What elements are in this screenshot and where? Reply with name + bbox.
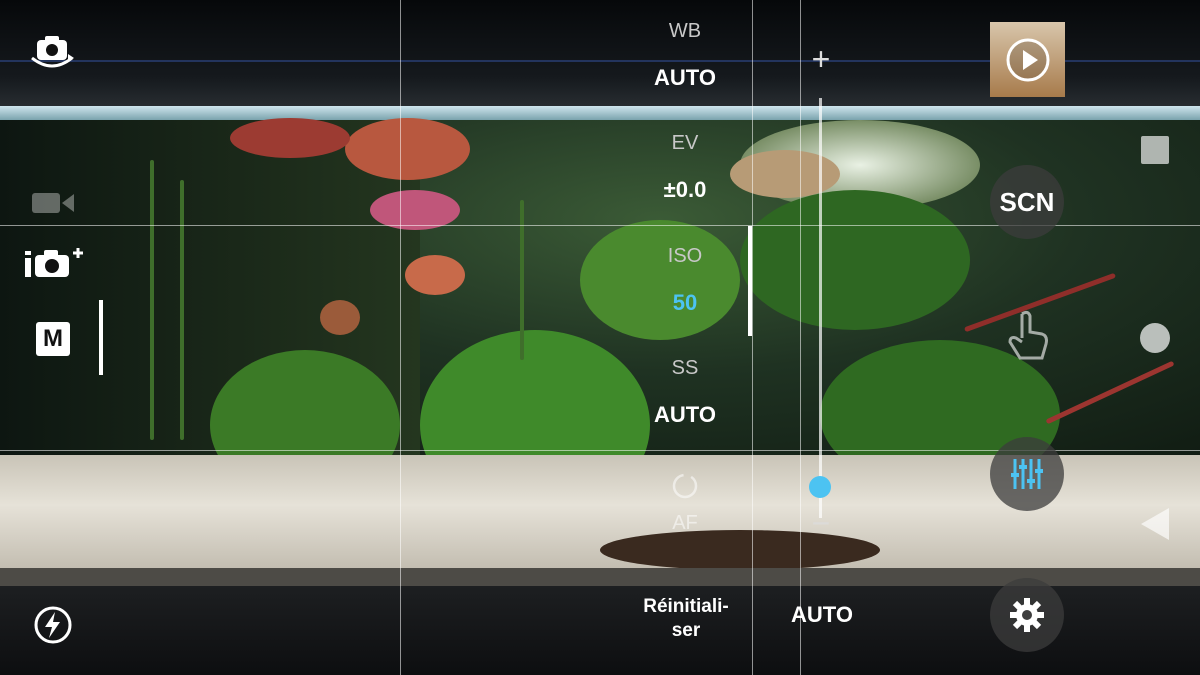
slider-plus-icon[interactable]: +	[805, 41, 837, 77]
switch-camera-icon[interactable]	[24, 30, 82, 74]
wb-value: AUTO	[654, 65, 716, 90]
gallery-thumbnail[interactable]	[990, 22, 1065, 97]
gear-icon	[1010, 598, 1044, 632]
scene-label: SCN	[999, 186, 1055, 217]
reset-button[interactable]: Réinitiali- ser	[630, 595, 742, 643]
settings-button[interactable]	[990, 578, 1064, 652]
af-control[interactable]: AF	[620, 470, 750, 535]
slider-minus-icon[interactable]: −	[805, 505, 837, 541]
ev-value: ±0.0	[663, 177, 707, 202]
focus-slider-thumb[interactable]	[809, 476, 831, 498]
focus-slider-track[interactable]	[819, 98, 822, 518]
scene-mode-button[interactable]: SCN	[990, 165, 1064, 239]
ev-label: EV	[671, 132, 699, 154]
mode-label: M	[43, 325, 63, 352]
play-icon	[1006, 38, 1049, 81]
af-label: AF	[672, 512, 698, 534]
ss-label: SS	[671, 357, 699, 379]
ss-control[interactable]: SS AUTO	[620, 357, 750, 428]
ss-value: AUTO	[654, 402, 716, 427]
ev-control[interactable]: EV ±0.0	[620, 132, 750, 203]
wb-control[interactable]: WB AUTO	[620, 20, 750, 91]
iso-label: ISO	[667, 245, 703, 267]
iso-control[interactable]: ISO 50	[620, 245, 750, 316]
camera-plus-icon[interactable]	[22, 244, 84, 282]
focus-mode-value[interactable]: AUTO	[782, 602, 862, 628]
back-nav-icon[interactable]	[1138, 506, 1172, 542]
iso-value: 50	[672, 290, 698, 315]
recents-nav-icon[interactable]	[1141, 136, 1169, 164]
adjustments-button[interactable]	[990, 437, 1064, 511]
flash-auto-icon[interactable]	[30, 602, 76, 648]
af-refresh-icon	[620, 470, 750, 502]
iso-selected-indicator	[748, 226, 752, 336]
home-nav-icon[interactable]	[1140, 323, 1170, 353]
sliders-icon	[1011, 459, 1043, 489]
video-camera-icon[interactable]	[28, 188, 78, 218]
mode-indicator	[99, 300, 103, 375]
touch-shutter-icon[interactable]	[1000, 308, 1056, 364]
manual-mode-icon[interactable]: M	[36, 322, 70, 356]
wb-label: WB	[668, 20, 702, 42]
